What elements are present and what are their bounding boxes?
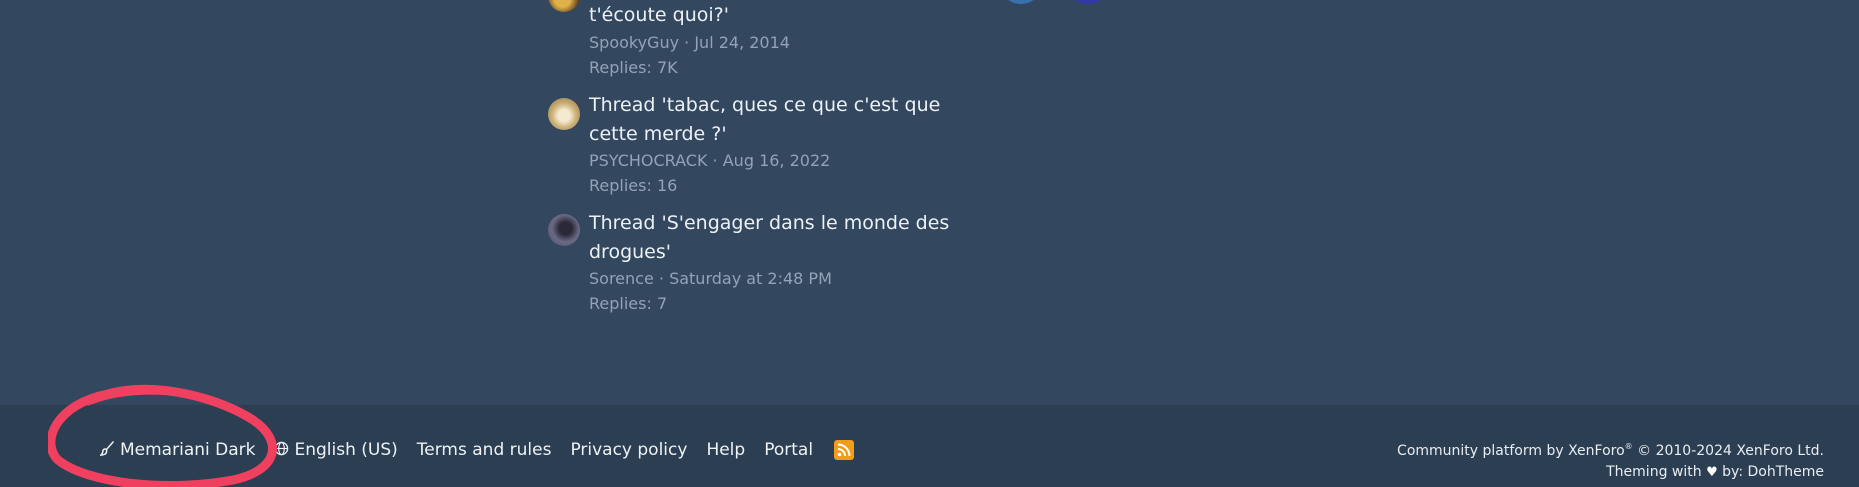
thread-author[interactable]: SpookyGuy [589, 33, 679, 52]
avatar[interactable] [548, 0, 580, 12]
avatar[interactable] [548, 98, 580, 130]
thread-date[interactable]: Jul 24, 2014 [694, 33, 790, 52]
terms-link[interactable]: Terms and rules [417, 440, 552, 460]
dohtheme-link[interactable]: by: DohTheme [1718, 464, 1824, 480]
thread-title-link[interactable]: Thread 'S'engager dans le monde des drog… [589, 209, 969, 267]
language-label: English (US) [294, 440, 398, 460]
style-chooser-label: Memariani Dark [120, 440, 256, 460]
thread-meta: PSYCHOCRACK · Aug 16, 2022 [589, 151, 831, 170]
footer-links: Memariani Dark English (US) Terms and ru… [99, 438, 855, 462]
thread-author[interactable]: Sorence [589, 269, 654, 288]
portal-link[interactable]: Portal [764, 440, 813, 460]
member-avatar[interactable] [999, 0, 1043, 4]
language-chooser-link[interactable]: English (US) [274, 440, 398, 460]
privacy-policy-link[interactable]: Privacy policy [570, 440, 687, 460]
paintbrush-icon [99, 440, 115, 460]
thread-title-link[interactable]: Thread 'tabac, ques ce que c'est que cet… [589, 91, 969, 149]
heart-icon: ♥ [1706, 465, 1718, 480]
theming-text: Theming with [1606, 464, 1707, 480]
thread-date[interactable]: Saturday at 2:48 PM [669, 269, 832, 288]
copyright-block: Community platform by XenForo® © 2010-20… [1397, 436, 1824, 483]
copyright-line: Community platform by XenForo® © 2010-20… [1397, 436, 1824, 462]
avatar[interactable] [548, 214, 580, 246]
thread-meta: SpookyGuy · Jul 24, 2014 [589, 33, 790, 52]
globe-icon [274, 441, 289, 460]
thread-title-link[interactable]: t'écoute quoi?' [589, 1, 969, 30]
help-link[interactable]: Help [706, 440, 745, 460]
rss-icon[interactable] [834, 440, 855, 460]
main-content: t'écoute quoi?' SpookyGuy · Jul 24, 2014… [0, 0, 1859, 405]
thread-meta: Sorence · Saturday at 2:48 PM [589, 269, 832, 288]
thread-replies: Replies: 7 [589, 294, 668, 313]
thread-replies: Replies: 16 [589, 176, 678, 195]
member-avatar[interactable] [1066, 0, 1110, 4]
registered-mark: ® [1624, 442, 1633, 451]
copyright-text: © 2010-2024 XenForo Ltd. [1632, 443, 1824, 459]
thread-author[interactable]: PSYCHOCRACK [589, 151, 707, 170]
xenforo-link[interactable]: Community platform by XenForo [1397, 443, 1625, 459]
thread-replies: Replies: 7K [589, 58, 678, 77]
theming-line: Theming with ♥ by: DohTheme [1397, 462, 1824, 483]
thread-date[interactable]: Aug 16, 2022 [723, 151, 831, 170]
style-chooser-link[interactable]: Memariani Dark [99, 440, 256, 460]
